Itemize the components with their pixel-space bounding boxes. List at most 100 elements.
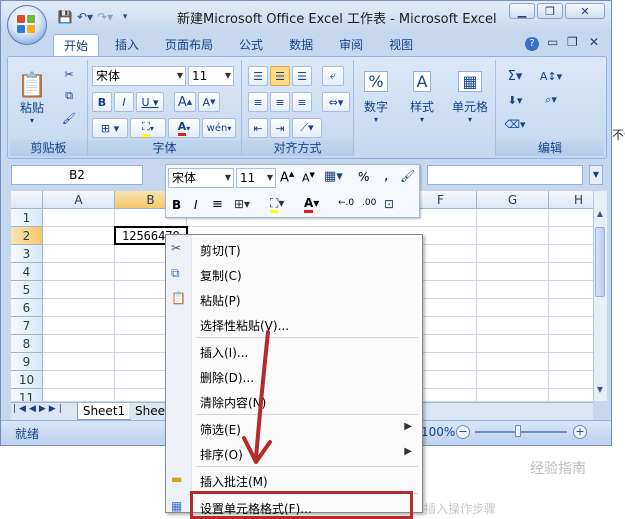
mini-font-name-combo[interactable]: 宋体 ▼ — [168, 168, 234, 188]
ribbon-minimize-icon[interactable]: ▭ — [547, 35, 558, 49]
row-header-3[interactable]: 3 — [11, 245, 43, 263]
customize-qat-icon[interactable]: ▾ — [117, 8, 133, 26]
menu-item-filter[interactable]: 筛选(E) ▶ — [166, 417, 422, 439]
italic-button[interactable]: I — [114, 92, 134, 112]
fill-color-button[interactable]: ⛶ ▾ — [130, 118, 166, 138]
tab-data[interactable]: 数据 — [279, 34, 323, 56]
mini-increase-decimal-icon[interactable]: ←.0 — [338, 198, 354, 208]
row-header-10[interactable]: 10 — [11, 371, 43, 389]
orientation-button[interactable]: ⟋▾ — [292, 118, 322, 138]
row-header-5[interactable]: 5 — [11, 281, 43, 299]
redo-icon[interactable]: ↷▾ — [97, 8, 113, 26]
undo-icon[interactable]: ↶▾ — [77, 8, 93, 26]
menu-item-delete[interactable]: 删除(D)... — [166, 365, 422, 387]
grow-font-button[interactable]: A ▲ — [174, 92, 196, 112]
ribbon-close-icon[interactable]: ✕ — [589, 35, 599, 49]
mini-borders-icon[interactable]: ⊞▾ — [234, 197, 250, 211]
borders-button[interactable]: ⊞ ▾ — [92, 118, 128, 138]
merge-center-button[interactable]: ⇔▾ — [322, 92, 350, 112]
mini-grow-font-icon[interactable]: A▲ — [280, 170, 294, 185]
column-header-g[interactable]: G — [477, 191, 549, 209]
tab-insert[interactable]: 插入 — [105, 34, 149, 56]
row-header-2[interactable]: 2 — [11, 227, 43, 245]
find-select-button[interactable]: ⌕▾ — [536, 90, 566, 110]
cells-button[interactable]: ▦ 单元格 ▾ — [448, 64, 492, 130]
menu-item-clear-contents[interactable]: 清除内容(N) — [166, 390, 422, 412]
mini-font-color-icon[interactable]: A▾ — [304, 196, 319, 213]
clear-button[interactable]: ⌫▾ — [502, 114, 528, 134]
vertical-scrollbar[interactable]: ▲ ▼ — [593, 191, 607, 401]
autosum-button[interactable]: Σ▾ — [502, 66, 528, 86]
name-box[interactable]: B2 — [11, 165, 143, 185]
align-right-button[interactable]: ≡ — [292, 92, 312, 112]
align-center-button[interactable]: ≡ — [270, 92, 290, 112]
cut-button[interactable]: ✂ — [58, 64, 80, 84]
menu-item-insert-comment[interactable]: ▬ 插入批注(M) — [166, 469, 422, 491]
row-header-8[interactable]: 8 — [11, 335, 43, 353]
tab-view[interactable]: 视图 — [379, 34, 423, 56]
mini-merge-icon[interactable]: ⊡ — [384, 197, 394, 211]
font-color-button[interactable]: A ▾ — [168, 118, 200, 138]
decrease-indent-button[interactable]: ⇤ — [248, 118, 268, 138]
zoom-slider[interactable] — [475, 431, 567, 433]
format-painter-button[interactable]: 🖌 — [58, 108, 80, 128]
underline-button[interactable]: U ▾ — [136, 92, 164, 112]
align-bottom-button[interactable]: ☰ — [292, 66, 312, 86]
minimize-button[interactable]: ▁ — [509, 3, 535, 19]
copy-button[interactable]: ⧉ — [58, 86, 80, 106]
paste-button[interactable]: 📋 粘贴 ▾ — [14, 62, 50, 134]
save-icon[interactable]: 💾 — [57, 8, 73, 26]
increase-indent-button[interactable]: ⇥ — [270, 118, 290, 138]
mini-comma-icon[interactable]: , — [384, 168, 388, 184]
styles-button[interactable]: A 样式 ▾ — [404, 64, 440, 130]
phonetic-button[interactable]: wén ▾ — [202, 118, 236, 138]
row-header-7[interactable]: 7 — [11, 317, 43, 335]
menu-item-paste[interactable]: 📋 粘贴(P) — [166, 288, 422, 310]
column-header-a[interactable]: A — [43, 191, 115, 209]
mini-bold-icon[interactable]: B — [172, 198, 181, 212]
bold-button[interactable]: B — [92, 92, 112, 112]
row-header-9[interactable]: 9 — [11, 353, 43, 371]
column-header-h[interactable]: H — [549, 191, 593, 209]
tab-review[interactable]: 审阅 — [329, 34, 373, 56]
sheet-nav-icons[interactable]: |◀◀▶▶| — [13, 404, 65, 414]
menu-item-sort[interactable]: 排序(O) ▶ — [166, 442, 422, 464]
maximize-button[interactable]: ❐ — [537, 3, 563, 19]
align-middle-button[interactable]: ☰ — [270, 66, 290, 86]
scroll-down-icon[interactable]: ▼ — [594, 385, 606, 399]
tab-formulas[interactable]: 公式 — [229, 34, 273, 56]
font-size-combo[interactable]: 11 ▼ — [188, 66, 234, 86]
zoom-out-icon[interactable]: − — [456, 425, 470, 439]
row-header-4[interactable]: 4 — [11, 263, 43, 281]
row-header-1[interactable]: 1 — [11, 209, 43, 227]
wrap-text-button[interactable]: ⤶ — [322, 66, 344, 86]
mini-format-painter-icon[interactable]: 🖌 — [400, 169, 415, 183]
mini-italic-icon[interactable]: I — [194, 198, 198, 212]
sheet-tab-sheet1[interactable]: Sheet1 — [77, 403, 131, 420]
zoom-in-icon[interactable]: + — [573, 425, 587, 439]
menu-item-paste-special[interactable]: 选择性粘贴(V)... — [166, 313, 422, 335]
align-left-button[interactable]: ≡ — [248, 92, 268, 112]
number-button[interactable]: % 数字 ▾ — [358, 64, 394, 130]
mini-percent-icon[interactable]: % — [358, 170, 369, 184]
font-name-combo[interactable]: 宋体 ▼ — [92, 66, 186, 86]
tab-page-layout[interactable]: 页面布局 — [155, 34, 223, 56]
tab-home[interactable]: 开始 — [53, 34, 100, 56]
menu-item-copy[interactable]: ⧉ 复制(C) — [166, 263, 422, 285]
align-top-button[interactable]: ☰ — [248, 66, 268, 86]
mini-center-icon[interactable]: ≡ — [212, 197, 223, 212]
select-all-corner[interactable] — [11, 191, 43, 209]
zoom-level[interactable]: 100% — [421, 425, 455, 439]
ribbon-restore-icon[interactable]: ❐ — [567, 35, 578, 49]
menu-item-insert[interactable]: 插入(I)... — [166, 340, 422, 362]
row-header-11[interactable]: 11 — [11, 389, 43, 401]
menu-item-cut[interactable]: ✂ 剪切(T) — [166, 238, 422, 260]
row-header-6[interactable]: 6 — [11, 299, 43, 317]
mini-shrink-font-icon[interactable]: A▼ — [302, 171, 315, 185]
mini-number-format-icon[interactable]: ▦▾ — [324, 169, 343, 184]
mini-fill-color-icon[interactable]: ⛶▾ — [270, 196, 284, 213]
sort-filter-button[interactable]: A↕▾ — [536, 66, 566, 86]
scroll-thumb[interactable] — [595, 227, 605, 297]
scroll-up-icon[interactable]: ▲ — [594, 209, 606, 223]
formula-input[interactable] — [427, 165, 583, 185]
